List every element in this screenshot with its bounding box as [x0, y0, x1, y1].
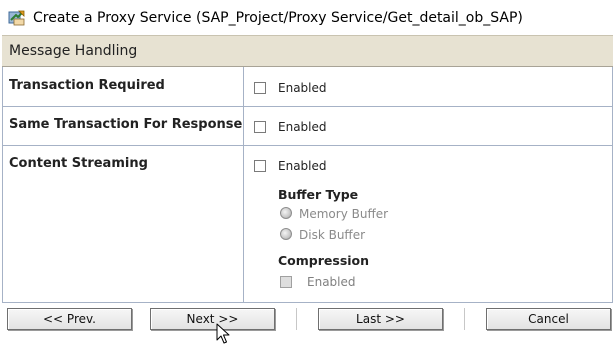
transaction-required-checkbox[interactable] [254, 82, 266, 94]
transaction-required-enabled-label[interactable]: Enabled [278, 81, 327, 95]
next-button[interactable]: Next >> [150, 308, 275, 330]
last-button[interactable]: Last >> [318, 308, 443, 330]
same-transaction-enabled-label[interactable]: Enabled [278, 120, 327, 134]
wizard-title-bar: Create a Proxy Service (SAP_Project/Prox… [0, 0, 614, 35]
memory-buffer-radio[interactable] [280, 207, 292, 219]
memory-buffer-label: Memory Buffer [299, 207, 389, 221]
wizard-title: Create a Proxy Service (SAP_Project/Prox… [33, 9, 523, 26]
proxy-service-wizard-icon [8, 10, 25, 25]
compression-checkbox[interactable] [280, 276, 292, 288]
prev-button[interactable]: << Prev. [7, 308, 132, 330]
cancel-button[interactable]: Cancel [486, 308, 611, 330]
row-divider [3, 145, 612, 146]
same-transaction-label: Same Transaction For Response [9, 117, 243, 132]
section-title: Message Handling [9, 43, 138, 59]
button-separator [464, 308, 465, 330]
disk-buffer-label: Disk Buffer [299, 228, 366, 242]
message-handling-form: Transaction Required Enabled Same Transa… [2, 67, 613, 303]
buffer-type-heading: Buffer Type [278, 187, 359, 202]
transaction-required-label: Transaction Required [9, 78, 165, 93]
message-handling-section-header: Message Handling [2, 35, 613, 67]
same-transaction-checkbox[interactable] [254, 121, 266, 133]
compression-enabled-label: Enabled [307, 275, 356, 289]
content-streaming-label: Content Streaming [9, 156, 148, 171]
compression-heading: Compression [278, 253, 370, 268]
button-separator [296, 308, 297, 330]
row-divider [3, 106, 612, 107]
column-divider [243, 67, 244, 302]
content-streaming-checkbox[interactable] [254, 160, 266, 172]
disk-buffer-radio[interactable] [280, 228, 292, 240]
content-streaming-enabled-label[interactable]: Enabled [278, 159, 327, 173]
mouse-pointer-icon [216, 323, 230, 344]
